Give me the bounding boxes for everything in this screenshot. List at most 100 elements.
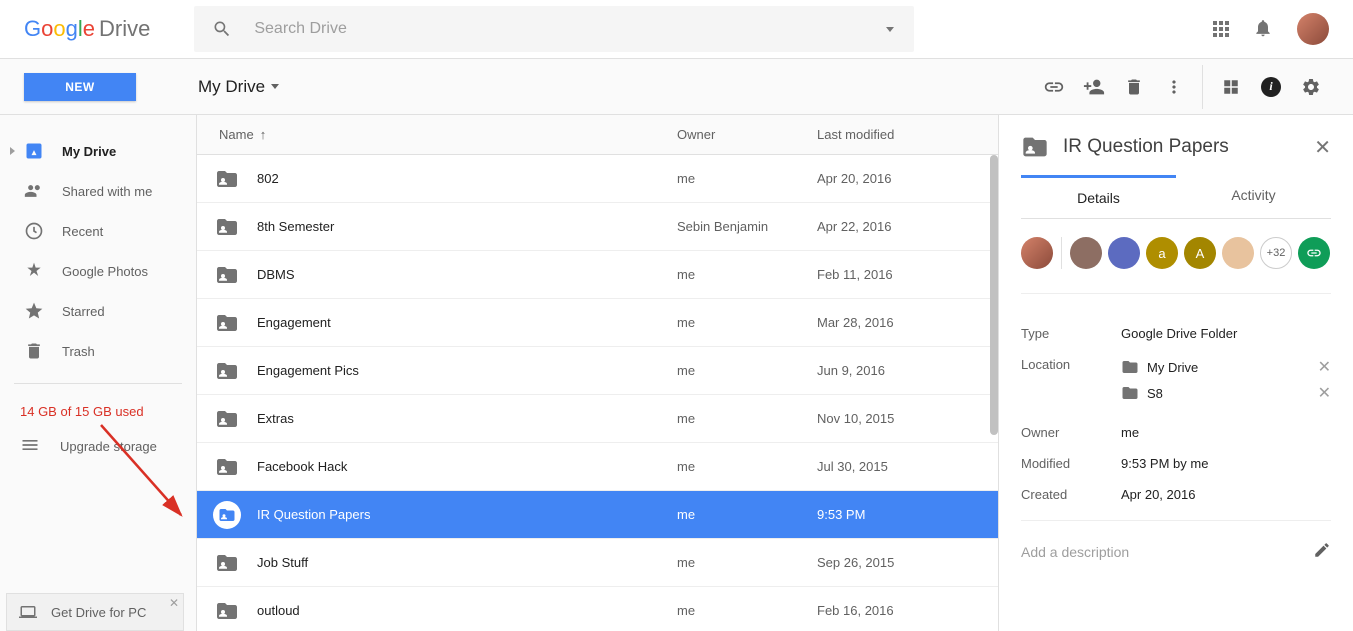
- remove-location-icon[interactable]: ✕: [1318, 357, 1331, 377]
- avatar[interactable]: [1108, 237, 1140, 269]
- avatar[interactable]: [1070, 237, 1102, 269]
- column-name[interactable]: Name↑: [197, 127, 677, 142]
- file-name: Job Stuff: [257, 555, 677, 570]
- sidebar-item-shared[interactable]: Shared with me: [0, 171, 196, 211]
- folder-icon: [197, 407, 257, 431]
- sidebar-item-label: Google Photos: [62, 264, 148, 279]
- meta-type-value: Google Drive Folder: [1121, 326, 1331, 341]
- file-name: Extras: [257, 411, 677, 426]
- link-icon[interactable]: [1034, 67, 1074, 107]
- file-owner: me: [677, 171, 817, 186]
- folder-icon: [197, 501, 257, 529]
- sidebar-item-trash[interactable]: Trash: [0, 331, 196, 371]
- details-panel: IR Question Papers ✕ Details Activity a …: [998, 115, 1353, 631]
- search-box[interactable]: [194, 6, 914, 52]
- table-row[interactable]: Facebook HackmeJul 30, 2015: [197, 443, 998, 491]
- file-name: 802: [257, 171, 677, 186]
- meta-owner-value: me: [1121, 425, 1331, 440]
- avatar-more[interactable]: +32: [1260, 237, 1292, 269]
- logo[interactable]: Google Drive: [24, 16, 150, 42]
- sidebar: My Drive Shared with me Recent Google Ph…: [0, 115, 197, 631]
- view-grid-icon[interactable]: [1211, 67, 1251, 107]
- pencil-icon[interactable]: [1313, 541, 1331, 562]
- folder-icon: [197, 455, 257, 479]
- expand-triangle-icon[interactable]: [10, 147, 15, 155]
- file-owner: me: [677, 459, 817, 474]
- get-drive-label: Get Drive for PC: [51, 605, 146, 620]
- folder-icon: [197, 167, 257, 191]
- add-description[interactable]: Add a description: [1021, 520, 1331, 562]
- sidebar-item-photos[interactable]: Google Photos: [0, 251, 196, 291]
- tab-activity[interactable]: Activity: [1176, 175, 1331, 218]
- folder-icon: [197, 215, 257, 239]
- avatar[interactable]: a: [1146, 237, 1178, 269]
- trash-icon[interactable]: [1114, 67, 1154, 107]
- folder-icon: [197, 311, 257, 335]
- table-row[interactable]: 8th SemesterSebin BenjaminApr 22, 2016: [197, 203, 998, 251]
- more-icon[interactable]: [1154, 67, 1194, 107]
- chevron-down-icon: [271, 84, 279, 89]
- file-modified: Jul 30, 2015: [817, 459, 998, 474]
- table-row[interactable]: Engagement PicsmeJun 9, 2016: [197, 347, 998, 395]
- file-owner: me: [677, 507, 817, 522]
- link-sharing-icon[interactable]: [1298, 237, 1330, 269]
- breadcrumb[interactable]: My Drive: [198, 77, 279, 97]
- close-icon[interactable]: ✕: [169, 596, 179, 610]
- upgrade-storage[interactable]: Upgrade storage: [0, 427, 196, 466]
- file-owner: me: [677, 555, 817, 570]
- avatar[interactable]: [1222, 237, 1254, 269]
- sidebar-item-starred[interactable]: Starred: [0, 291, 196, 331]
- storage-used-text: 14 GB of 15 GB used: [0, 396, 196, 427]
- info-icon[interactable]: i: [1251, 67, 1291, 107]
- sidebar-item-recent[interactable]: Recent: [0, 211, 196, 251]
- table-row[interactable]: EngagementmeMar 28, 2016: [197, 299, 998, 347]
- file-modified: Jun 9, 2016: [817, 363, 998, 378]
- location-item[interactable]: My Drive✕: [1121, 357, 1331, 377]
- share-add-person-icon[interactable]: [1074, 67, 1114, 107]
- file-owner: me: [677, 603, 817, 618]
- folder-icon: [197, 599, 257, 623]
- file-owner: me: [677, 315, 817, 330]
- tab-details[interactable]: Details: [1021, 175, 1176, 218]
- file-name: IR Question Papers: [257, 507, 677, 522]
- table-row[interactable]: ExtrasmeNov 10, 2015: [197, 395, 998, 443]
- table-row[interactable]: DBMSmeFeb 11, 2016: [197, 251, 998, 299]
- sidebar-item-my-drive[interactable]: My Drive: [0, 131, 196, 171]
- sidebar-item-label: Starred: [62, 304, 105, 319]
- table-row[interactable]: outloudmeFeb 16, 2016: [197, 587, 998, 631]
- file-modified: Mar 28, 2016: [817, 315, 998, 330]
- meta-created-value: Apr 20, 2016: [1121, 487, 1331, 502]
- shared-avatars[interactable]: a A +32: [1021, 237, 1331, 294]
- search-input[interactable]: [254, 20, 896, 38]
- settings-gear-icon[interactable]: [1291, 67, 1331, 107]
- meta-location-label: Location: [1021, 357, 1121, 372]
- file-modified: Apr 22, 2016: [817, 219, 998, 234]
- account-avatar[interactable]: [1297, 13, 1329, 45]
- file-owner: me: [677, 411, 817, 426]
- description-placeholder: Add a description: [1021, 544, 1129, 560]
- meta-created-label: Created: [1021, 487, 1121, 502]
- apps-icon[interactable]: [1213, 21, 1229, 37]
- column-modified[interactable]: Last modified: [817, 127, 998, 142]
- location-item[interactable]: S8✕: [1121, 383, 1331, 403]
- avatar[interactable]: [1021, 237, 1053, 269]
- avatar[interactable]: A: [1184, 237, 1216, 269]
- scrollbar[interactable]: [990, 155, 998, 435]
- new-button[interactable]: NEW: [24, 73, 136, 101]
- file-modified: 9:53 PM: [817, 507, 998, 522]
- search-options-caret[interactable]: [886, 27, 894, 32]
- column-owner[interactable]: Owner: [677, 127, 817, 142]
- table-row[interactable]: IR Question Papersme9:53 PM: [197, 491, 998, 539]
- file-owner: me: [677, 363, 817, 378]
- table-row[interactable]: Job StuffmeSep 26, 2015: [197, 539, 998, 587]
- notifications-icon[interactable]: [1253, 18, 1273, 41]
- remove-location-icon[interactable]: ✕: [1318, 383, 1331, 403]
- breadcrumb-label: My Drive: [198, 77, 265, 97]
- get-drive-promo[interactable]: Get Drive for PC ✕: [6, 593, 184, 631]
- meta-type-label: Type: [1021, 326, 1121, 341]
- file-list: Name↑ Owner Last modified 802meApr 20, 2…: [197, 115, 998, 631]
- table-row[interactable]: 802meApr 20, 2016: [197, 155, 998, 203]
- meta-owner-label: Owner: [1021, 425, 1121, 440]
- close-icon[interactable]: ✕: [1314, 135, 1331, 160]
- sidebar-item-label: Shared with me: [62, 184, 152, 199]
